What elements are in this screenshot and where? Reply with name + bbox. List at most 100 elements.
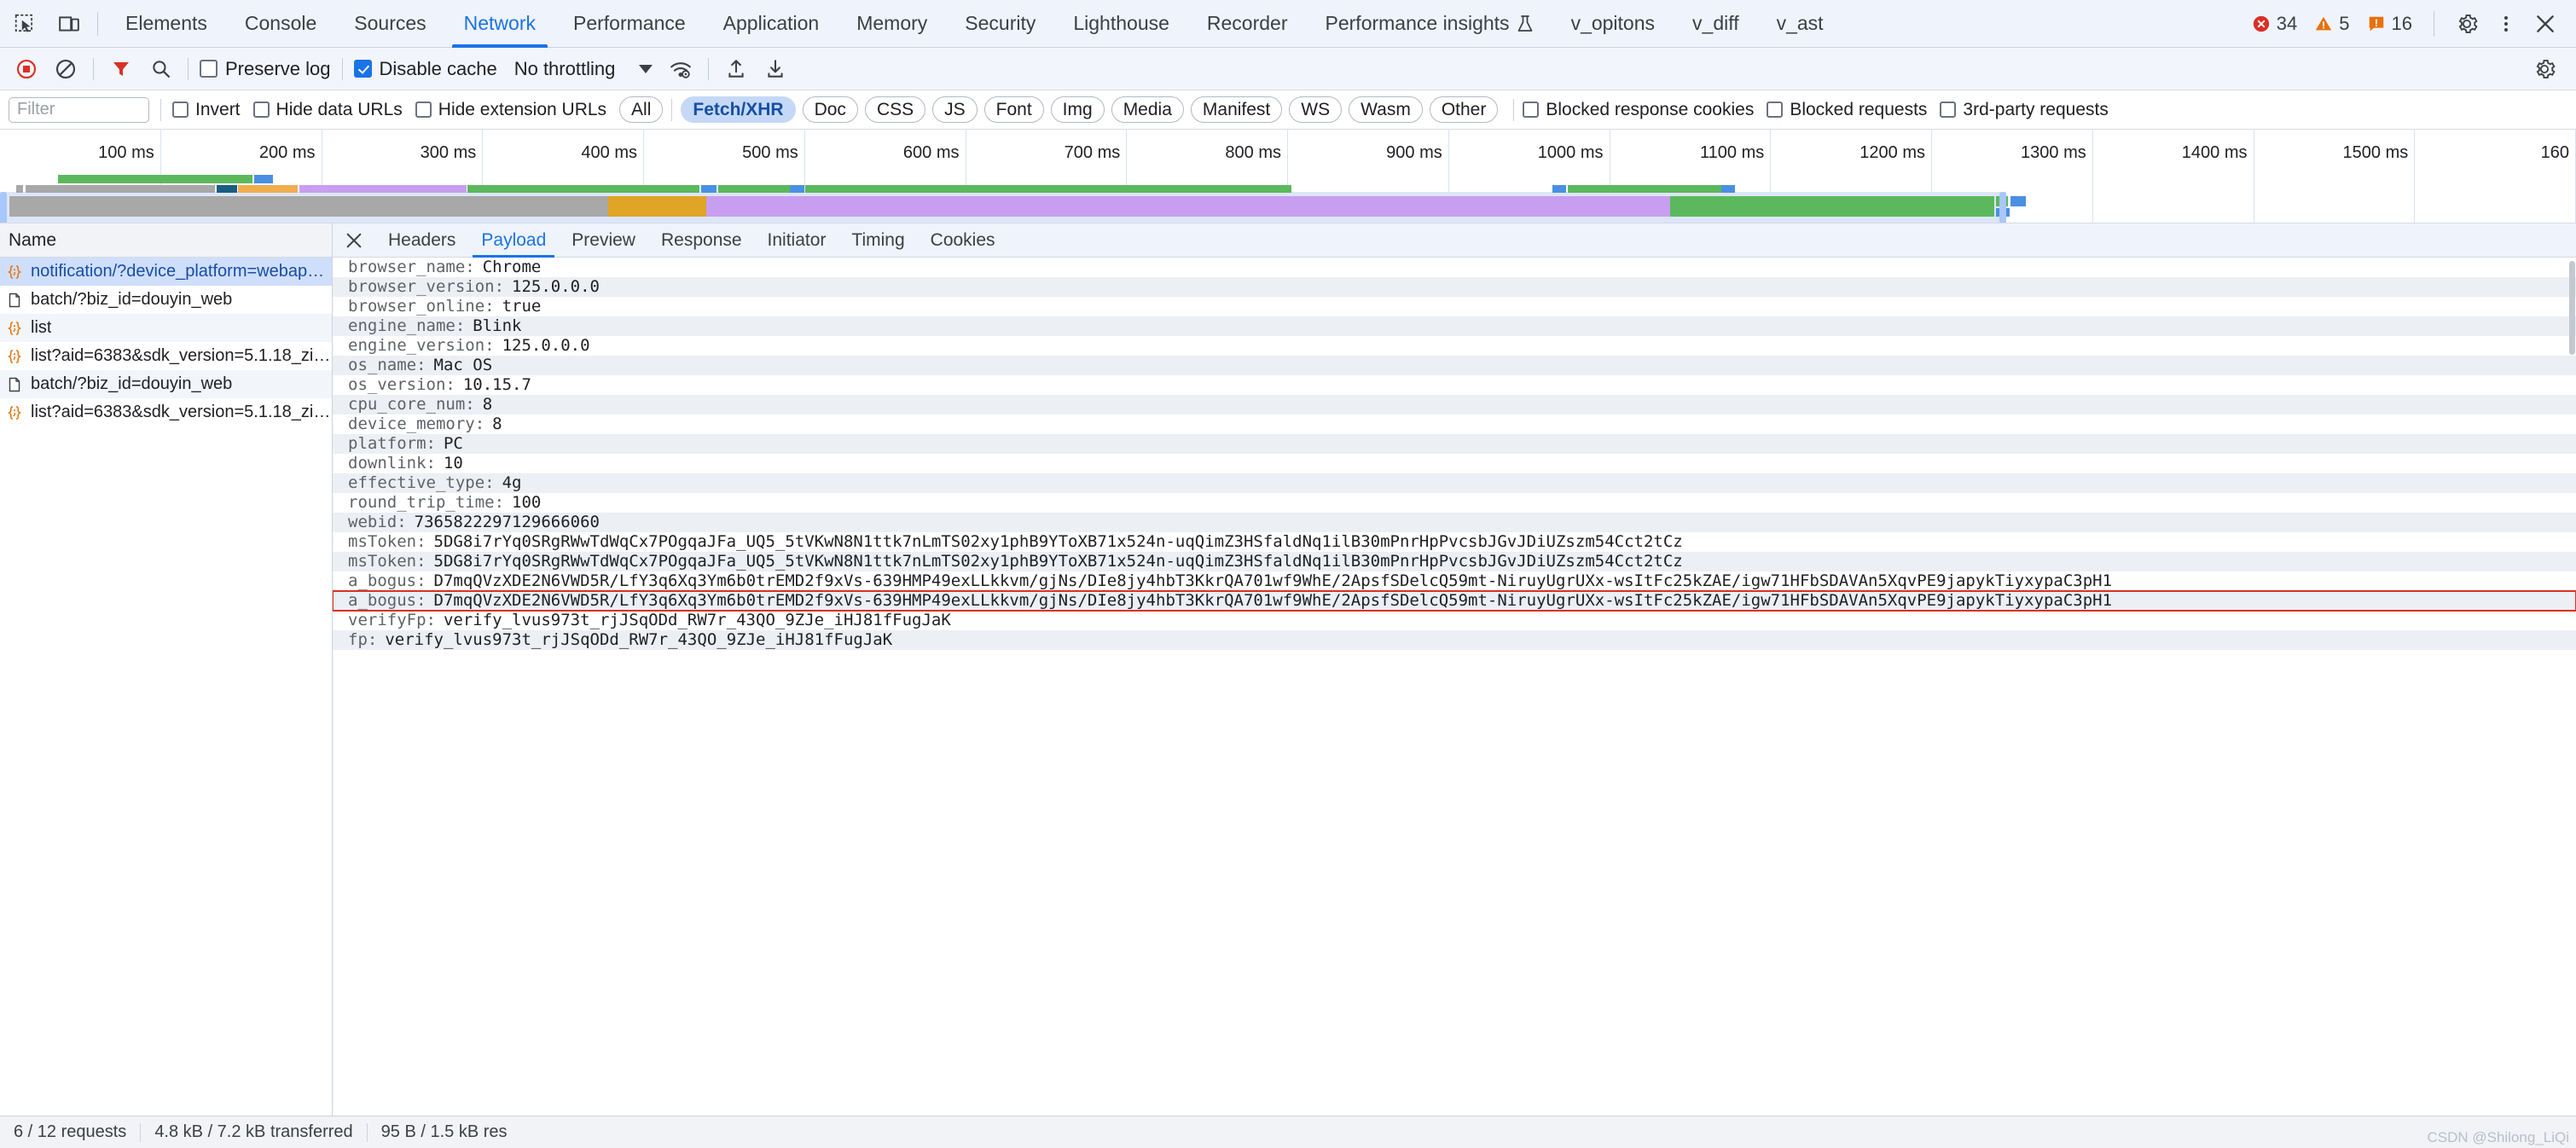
tab-elements[interactable]: Elements	[107, 0, 226, 48]
detail-tab-payload[interactable]: Payload	[468, 223, 559, 258]
detail-tab-preview[interactable]: Preview	[559, 223, 648, 258]
request-row[interactable]: batch/?biz_id=douyin_web	[0, 370, 332, 398]
inspect-element-icon[interactable]	[5, 4, 44, 43]
detail-tab-cookies[interactable]: Cookies	[918, 223, 1008, 258]
throttling-dropdown[interactable]: No throttling	[506, 52, 662, 86]
close-icon[interactable]	[339, 226, 368, 255]
kebab-menu-icon[interactable]	[2487, 5, 2525, 43]
tab-performance-insights[interactable]: Performance insights	[1307, 0, 1552, 48]
overview-right-handle[interactable]	[1999, 192, 2006, 223]
payload-row[interactable]: fp: verify_lvus973t_rjJSqODd_RW7r_43QO_9Z…	[333, 630, 2576, 650]
disable-cache-checkbox[interactable]: Disable cache	[351, 58, 501, 80]
payload-row[interactable]: msToken: 5DG8i7rYq0SRgRWwTdWqCx7POgqaJFa_…	[333, 532, 2576, 552]
payload-row[interactable]: a_bogus: D7mqQVzXDE2N6VWD5R/LfY3q6Xq3Ym6b…	[333, 590, 2576, 612]
tab-sources[interactable]: Sources	[335, 0, 444, 48]
error-counter[interactable]: 34	[2244, 7, 2305, 41]
tab-application[interactable]: Application	[705, 0, 838, 48]
resources-size: 95 B / 1.5 kB res	[380, 1122, 508, 1141]
type-filter-manifest[interactable]: Manifest	[1190, 96, 1283, 123]
network-overview-timeline[interactable]: 100 ms 200 ms 300 ms 400 ms 500 ms 600 ms 700 …	[0, 130, 2576, 223]
gear-icon[interactable]	[2527, 52, 2561, 86]
wifi-settings-icon[interactable]	[664, 52, 698, 86]
filter-funnel-icon[interactable]	[104, 52, 138, 86]
payload-key: round_trip_time:	[348, 493, 505, 512]
bar-main-orange	[608, 196, 706, 217]
payload-row[interactable]: a_bogus: D7mqQVzXDE2N6VWD5R/LfY3q6Xq3Ym6b…	[333, 571, 2576, 591]
overview-left-handle[interactable]	[0, 192, 7, 223]
payload-scrollbar[interactable]	[2569, 261, 2575, 355]
checkbox-box	[252, 101, 270, 118]
type-filter-font[interactable]: Font	[983, 96, 1044, 123]
type-filter-other[interactable]: Other	[1429, 96, 1499, 123]
request-row[interactable]: list	[0, 314, 332, 342]
hide-data-urls-checkbox[interactable]: Hide data URLs	[252, 100, 403, 120]
payload-row[interactable]: verifyFp: verify_lvus973t_rjJSqODd_RW7r_4…	[333, 611, 2576, 630]
type-filter-wasm[interactable]: Wasm	[1349, 96, 1423, 123]
invert-checkbox[interactable]: Invert	[172, 100, 241, 120]
payload-row[interactable]: browser_online: true	[333, 297, 2576, 316]
document-icon	[5, 293, 24, 308]
payload-value: Mac OS	[433, 356, 493, 374]
filter-checkbox-blocked-response-cookies[interactable]: Blocked response cookies	[1523, 100, 1754, 120]
warning-counter[interactable]: 5	[2306, 7, 2357, 41]
tab-lighthouse[interactable]: Lighthouse	[1054, 0, 1188, 48]
payload-row[interactable]: effective_type: 4g	[333, 473, 2576, 493]
preserve-log-checkbox[interactable]: Preserve log	[196, 58, 334, 80]
payload-value: verify_lvus973t_rjJSqODd_RW7r_43QO_9ZJe_…	[443, 611, 951, 629]
detail-tab-initiator[interactable]: Initiator	[755, 223, 839, 258]
type-filter-ws[interactable]: WS	[1289, 96, 1343, 123]
request-row[interactable]: batch/?biz_id=douyin_web	[0, 286, 332, 314]
request-row[interactable]: notification/?device_platform=webapp&aid…	[0, 258, 332, 286]
record-stop-icon[interactable]	[9, 52, 44, 86]
clear-no-entry-icon[interactable]	[49, 52, 83, 86]
request-row[interactable]: list?aid=6383&sdk_version=5.1.18_zip&dev…	[0, 398, 332, 426]
detail-tab-response[interactable]: Response	[648, 223, 755, 258]
device-toolbar-icon[interactable]	[49, 4, 89, 43]
type-filter-img[interactable]: Img	[1050, 96, 1105, 123]
payload-row[interactable]: engine_name: Blink	[333, 316, 2576, 336]
tab-v-ast[interactable]: v_ast	[1758, 0, 1842, 48]
payload-row[interactable]: webid: 7365822297129666060	[333, 513, 2576, 532]
filter-checkbox-3rd-party-requests[interactable]: 3rd-party requests	[1940, 100, 2109, 120]
payload-row[interactable]: os_version: 10.15.7	[333, 375, 2576, 395]
tab-console[interactable]: Console	[226, 0, 335, 48]
tab-recorder[interactable]: Recorder	[1188, 0, 1307, 48]
payload-row[interactable]: downlink: 10	[333, 454, 2576, 473]
payload-row[interactable]: platform: PC	[333, 434, 2576, 454]
gear-icon[interactable]	[2448, 5, 2486, 43]
payload-row[interactable]: msToken: 5DG8i7rYq0SRgRWwTdWqCx7POgqaJFa_…	[333, 552, 2576, 571]
tab-security[interactable]: Security	[946, 0, 1054, 48]
type-filter-fetch-xhr[interactable]: Fetch/XHR	[681, 96, 796, 123]
bar-main-purple	[706, 196, 1670, 217]
payload-row[interactable]: os_name: Mac OS	[333, 356, 2576, 375]
upload-arrow-icon[interactable]	[719, 52, 753, 86]
close-icon[interactable]	[2527, 5, 2564, 43]
tab-v-diff[interactable]: v_diff	[1674, 0, 1758, 48]
tab-v-opitons[interactable]: v_opitons	[1552, 0, 1674, 48]
issue-counter[interactable]: 16	[2359, 7, 2420, 41]
type-filter-all[interactable]: All	[619, 96, 664, 123]
payload-row[interactable]: round_trip_time: 100	[333, 493, 2576, 513]
download-arrow-icon[interactable]	[758, 52, 792, 86]
detail-tab-timing[interactable]: Timing	[838, 223, 917, 258]
tab-memory[interactable]: Memory	[838, 0, 946, 48]
hide-extension-urls-checkbox[interactable]: Hide extension URLs	[415, 100, 606, 120]
type-filter-media[interactable]: Media	[1111, 96, 1184, 123]
payload-value: 8	[492, 415, 502, 433]
filter-input[interactable]	[9, 96, 149, 123]
payload-row[interactable]: browser_version: 125.0.0.0	[333, 277, 2576, 297]
type-filter-doc[interactable]: Doc	[802, 96, 858, 123]
type-filter-js[interactable]: JS	[932, 96, 978, 123]
detail-tab-headers[interactable]: Headers	[375, 223, 468, 258]
search-icon[interactable]	[143, 52, 177, 86]
payload-row[interactable]: cpu_core_num: 8	[333, 395, 2576, 415]
tab-performance[interactable]: Performance	[554, 0, 705, 48]
type-filter-css[interactable]: CSS	[864, 96, 926, 123]
payload-row[interactable]: engine_version: 125.0.0.0	[333, 336, 2576, 356]
payload-key: engine_version:	[348, 336, 495, 355]
payload-row[interactable]: browser_name: Chrome	[333, 258, 2576, 277]
request-row[interactable]: list?aid=6383&sdk_version=5.1.18_zip&dev…	[0, 342, 332, 370]
payload-row[interactable]: device_memory: 8	[333, 415, 2576, 434]
filter-checkbox-blocked-requests[interactable]: Blocked requests	[1767, 100, 1927, 120]
tab-network[interactable]: Network	[445, 0, 554, 48]
